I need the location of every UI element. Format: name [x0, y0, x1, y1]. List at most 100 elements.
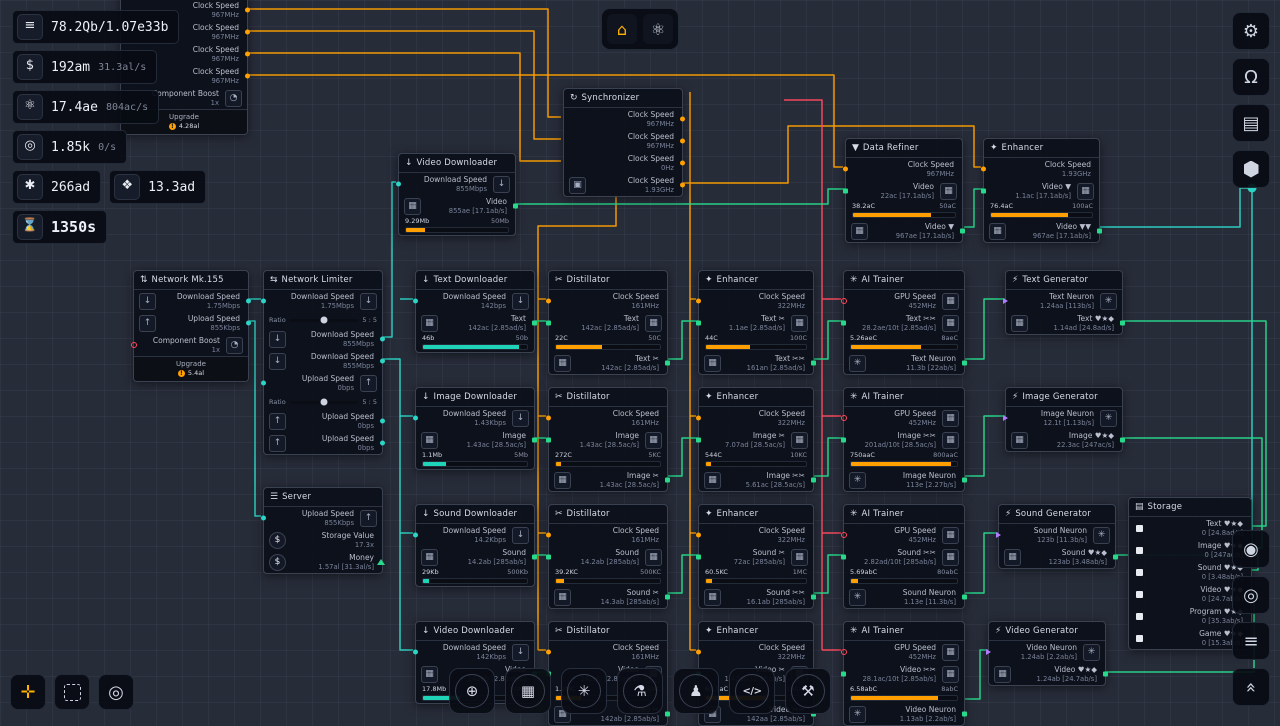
port-green[interactable] [962, 478, 967, 483]
port-green[interactable] [841, 555, 846, 560]
port-green[interactable] [960, 229, 965, 234]
port-teal[interactable] [396, 182, 401, 187]
slider-track[interactable] [290, 319, 359, 322]
node-distillator-text[interactable]: ✂DistillatorClock Speed161MHzText142ac [… [548, 270, 668, 375]
port-green[interactable] [811, 595, 816, 600]
port-green[interactable] [811, 478, 816, 483]
port-green[interactable] [1120, 438, 1125, 443]
journal-button[interactable]: ▤ [1232, 104, 1270, 142]
port-teal[interactable] [246, 299, 251, 304]
port-orange[interactable] [245, 52, 250, 57]
node-sound-downloader[interactable]: ↓Sound DownloaderDownload Speed14.2Kbps↓… [415, 504, 535, 587]
port-red[interactable] [131, 342, 137, 348]
node-data-refiner[interactable]: ▼Data RefinerClock Speed967MHzVideo22ac … [845, 138, 963, 243]
port-orange[interactable] [245, 30, 250, 35]
node-ai-trainer-text[interactable]: ✳AI TrainerGPU Speed452MHz▦Text ✂✂28.2ae… [843, 270, 965, 375]
port-teal[interactable] [413, 299, 418, 304]
upgrade-button[interactable]: Upgrade5.4al [134, 356, 248, 381]
stack-button[interactable]: ≡ [1232, 622, 1270, 660]
lab-tab-button[interactable]: ⚗ [617, 668, 663, 714]
port-teal[interactable] [261, 381, 266, 386]
port-purple[interactable] [986, 649, 991, 655]
achievements-button[interactable]: Ω [1232, 58, 1270, 96]
badge-button[interactable] [1232, 150, 1270, 188]
node-video-downloader-top[interactable]: ↓Video DownloaderDownload Speed855Mbps↓▦… [398, 153, 516, 236]
port-teal[interactable] [380, 337, 385, 342]
port-orange[interactable] [680, 117, 685, 122]
port-green[interactable] [532, 438, 537, 443]
port-green[interactable] [962, 361, 967, 366]
port-green[interactable] [513, 204, 518, 209]
port-orange[interactable] [696, 533, 701, 538]
node-image-generator[interactable]: ⚡Image GeneratorImage Neuron12.1t [1.13b… [1005, 387, 1123, 452]
port-green[interactable] [696, 321, 701, 326]
port-teal[interactable] [413, 650, 418, 655]
network-tab-button[interactable]: ⊕ [449, 668, 495, 714]
port-purple[interactable] [1003, 415, 1008, 421]
port-red[interactable] [841, 415, 847, 421]
move-tool-button[interactable]: ✛ [10, 674, 46, 710]
port-purple[interactable] [996, 532, 1001, 538]
port-green[interactable] [1113, 555, 1118, 560]
port-green[interactable] [962, 595, 967, 600]
port-teal[interactable] [261, 516, 266, 521]
node-ai-trainer-video[interactable]: ✳AI TrainerGPU Speed452MHz▦Video ✂✂28.1a… [843, 621, 965, 726]
slider-knob[interactable] [321, 399, 328, 406]
node-server[interactable]: ☰ServerUpload Speed855Kbps↑$Storage Valu… [263, 487, 383, 574]
port-orange[interactable] [546, 533, 551, 538]
profile-tab-button[interactable]: ♟ [673, 668, 719, 714]
port-green[interactable] [696, 438, 701, 443]
ratio-slider[interactable]: Ratio5 : 5 [264, 394, 382, 410]
node-enhancer-video-top[interactable]: ✦EnhancerClock Speed1.93GHzVideo ▼1.1ac … [983, 138, 1100, 243]
port-orange[interactable] [680, 139, 685, 144]
port-green[interactable] [665, 595, 670, 600]
node-video-generator[interactable]: ⚡Video GeneratorVideo Neuron1.24ab [2.2a… [988, 621, 1106, 686]
port-orange[interactable] [680, 161, 685, 166]
ratio-slider[interactable]: Ratio5 : 5 [264, 312, 382, 328]
home-button[interactable]: ⌂ [607, 14, 637, 44]
port-green[interactable] [811, 361, 816, 366]
node-distillator-image[interactable]: ✂DistillatorClock Speed161MHzImage1.43ac… [548, 387, 668, 492]
port-green[interactable] [841, 321, 846, 326]
workshop-tab-button[interactable]: ⚒ [785, 668, 831, 714]
port-green[interactable] [962, 712, 967, 717]
node-network[interactable]: ⇅Network Mk.155↓Download Speed1.75Mbps↑U… [133, 270, 249, 382]
port-green[interactable] [841, 672, 846, 677]
port-orange[interactable] [981, 167, 986, 172]
port-orange[interactable] [843, 167, 848, 172]
node-distillator-sound[interactable]: ✂DistillatorClock Speed161MHzSound14.2ab… [548, 504, 668, 609]
programs-tab-button[interactable]: </> [729, 668, 775, 714]
center-view-button[interactable]: ◎ [98, 674, 134, 710]
galaxy-button[interactable]: ◉ [1232, 530, 1270, 568]
port-red[interactable] [841, 649, 847, 655]
node-ai-trainer-image[interactable]: ✳AI TrainerGPU Speed452MHz▦Image ✂✂201ad… [843, 387, 965, 492]
port-orange[interactable] [546, 416, 551, 421]
port-green[interactable] [532, 321, 537, 326]
slider-track[interactable] [290, 401, 359, 404]
port-green[interactable] [532, 555, 537, 560]
port-green[interactable] [546, 321, 551, 326]
port-green[interactable] [841, 438, 846, 443]
node-enhancer-sound[interactable]: ✦EnhancerClock Speed322MHzSound ✂72ac [2… [698, 504, 814, 609]
port-green[interactable] [696, 555, 701, 560]
port-green[interactable] [546, 438, 551, 443]
port-orange[interactable] [245, 8, 250, 13]
port-orange[interactable] [696, 650, 701, 655]
port-teal[interactable] [246, 321, 251, 326]
port-teal[interactable] [380, 441, 385, 446]
port-green[interactable] [546, 555, 551, 560]
port-gtri[interactable] [377, 559, 385, 565]
port-teal[interactable] [380, 419, 385, 424]
port-green[interactable] [1120, 321, 1125, 326]
port-orange[interactable] [245, 74, 250, 79]
port-teal[interactable] [261, 299, 266, 304]
port-teal[interactable] [413, 533, 418, 538]
port-red[interactable] [841, 532, 847, 538]
port-green[interactable] [665, 361, 670, 366]
scroll-top-button[interactable]: » [1232, 668, 1270, 706]
port-orange[interactable] [546, 650, 551, 655]
research-button[interactable]: ⚛ [643, 14, 673, 44]
port-red[interactable] [841, 298, 847, 304]
node-text-downloader[interactable]: ↓Text DownloaderDownload Speed142bps↓▦Te… [415, 270, 535, 353]
target-button[interactable]: ◎ [1232, 576, 1270, 614]
